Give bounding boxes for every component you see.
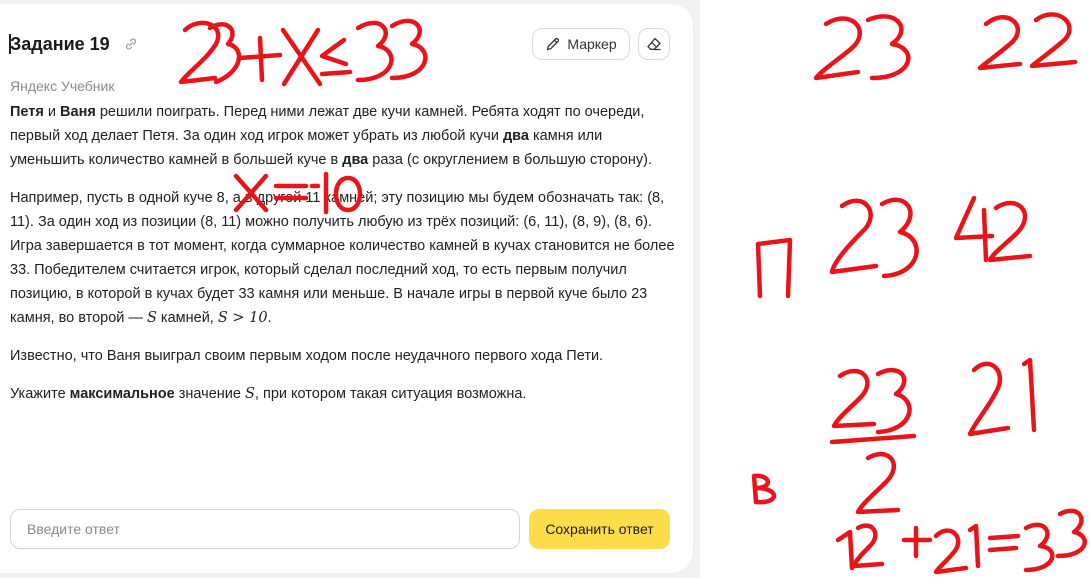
pencil-icon [547, 37, 560, 51]
annotation-23-22 [813, 12, 1078, 81]
statement-paragraph-1: Петя и Ваня решили поиграть. Перед ними … [10, 104, 652, 168]
annotation-sum-equation [835, 508, 1087, 575]
annotation-P-23-42 [755, 195, 1033, 299]
eraser-button[interactable] [638, 28, 670, 60]
eraser-icon [647, 37, 661, 51]
answer-input[interactable] [10, 509, 520, 549]
link-icon[interactable] [124, 37, 138, 51]
save-answer-button[interactable]: Сохранить ответ [529, 509, 670, 549]
marker-label: Маркер [567, 36, 617, 52]
task-title: Задание 19 [10, 34, 110, 54]
statement-paragraph-2: Например, пусть в одной куче 8, а в друг… [10, 190, 675, 326]
source-label: Яндекс Учебник [10, 78, 115, 94]
task-statement: Петя и Ваня решили поиграть. Перед ними … [10, 100, 680, 420]
marker-button[interactable]: Маркер [532, 28, 630, 60]
annotation-B [751, 473, 777, 505]
statement-paragraph-4: Укажите максимальное значение S, при кот… [10, 386, 527, 402]
statement-paragraph-3: Известно, что Ваня выиграл своим первым … [10, 348, 604, 364]
annotation-23-21-fraction [829, 357, 1037, 515]
